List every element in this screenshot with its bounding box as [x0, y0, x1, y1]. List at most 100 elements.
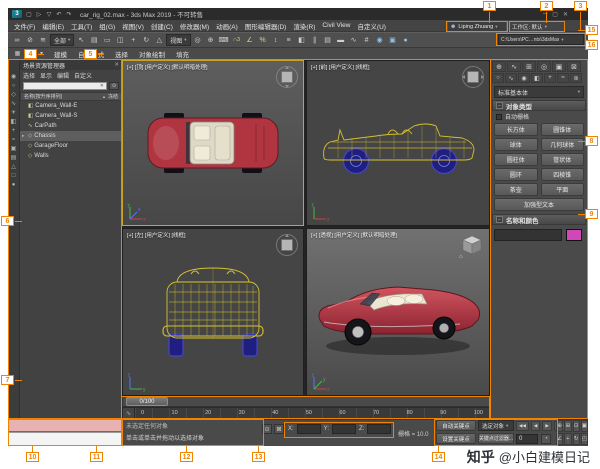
- explorer-menu-item[interactable]: 自定义: [74, 71, 92, 80]
- primitive-type-dropdown[interactable]: 标准基本体 ▾: [494, 86, 584, 98]
- previous-frame-button[interactable]: ◀: [531, 421, 540, 431]
- select-object-icon[interactable]: ↖: [75, 34, 87, 46]
- select-and-move-icon[interactable]: +: [127, 34, 139, 46]
- save-file-icon[interactable]: ▽: [45, 11, 53, 18]
- rectangular-selection-icon[interactable]: ▭: [101, 34, 113, 46]
- clear-search-icon[interactable]: ✕: [100, 83, 104, 89]
- ribbon-tab[interactable]: 对象绘制: [134, 48, 170, 60]
- explorer-menu-item[interactable]: 编辑: [57, 71, 69, 80]
- play-button[interactable]: ▶: [542, 421, 551, 431]
- explorer-containers-filter-icon[interactable]: □: [12, 173, 16, 179]
- viewport-label[interactable]: [+] [左] [用户定义] [线框]: [127, 231, 186, 239]
- close-icon[interactable]: ✕: [563, 11, 568, 18]
- list-item[interactable]: ◇ Walls: [20, 151, 122, 161]
- ribbon-modeling-icon[interactable]: ▦: [12, 49, 23, 59]
- search-icon[interactable]: ⊙: [109, 82, 119, 90]
- zoom-icon[interactable]: ⊕: [556, 420, 563, 432]
- mini-curve-editor-button[interactable]: ∿: [123, 408, 135, 418]
- ribbon-toggle-icon[interactable]: ▬: [335, 34, 347, 46]
- zoom-all-icon[interactable]: ⊞: [564, 420, 571, 432]
- object-name-input[interactable]: [494, 229, 562, 241]
- render-setup-icon[interactable]: ◉: [374, 34, 386, 46]
- explorer-lights-filter-icon[interactable]: ☀: [11, 110, 16, 116]
- tab-motion[interactable]: ◎: [537, 61, 551, 72]
- selection-filter-dropdown[interactable]: 全部 ▾: [50, 34, 74, 46]
- maxscript-mini-listener[interactable]: [8, 432, 122, 446]
- menu-item[interactable]: 组(G): [99, 21, 115, 31]
- reference-coordinate-dropdown[interactable]: 视图 ▾: [166, 34, 190, 46]
- 3dsmax-logo-icon[interactable]: 3: [12, 10, 22, 18]
- primitive-button[interactable]: 管状体: [541, 153, 585, 166]
- align-icon[interactable]: ∥: [309, 34, 321, 46]
- explorer-xrefs-filter-icon[interactable]: ▤: [11, 155, 17, 161]
- collapse-icon[interactable]: −: [496, 216, 503, 223]
- select-and-rotate-icon[interactable]: ↻: [140, 34, 152, 46]
- category-lights[interactable]: ◉: [518, 73, 530, 83]
- viewport-label[interactable]: [+] [透视] [用户定义] [默认明暗处理]: [311, 231, 397, 239]
- primitive-button[interactable]: 长方体: [494, 123, 538, 136]
- track-bar[interactable]: ∿ 0102030405060708090100: [122, 407, 490, 419]
- viewport-label[interactable]: [+] [前] [用户定义] [线框]: [311, 63, 370, 71]
- render-production-icon[interactable]: ●: [400, 34, 412, 46]
- explorer-helpers-filter-icon[interactable]: +: [12, 128, 16, 134]
- tab-display[interactable]: ▣: [552, 61, 566, 72]
- fov-icon[interactable]: ∠: [556, 433, 563, 445]
- menu-item[interactable]: Civil View: [322, 22, 350, 29]
- close-icon[interactable]: ✕: [114, 62, 119, 68]
- current-frame-field[interactable]: 0: [516, 434, 538, 444]
- explorer-materials-filter-icon[interactable]: ●: [12, 182, 16, 188]
- ribbon-tab[interactable]: 填充: [171, 48, 194, 60]
- list-item[interactable]: ◧ Camera_Wall-S: [20, 111, 122, 121]
- use-pivot-center-icon[interactable]: ◎: [192, 34, 204, 46]
- explorer-menu-item[interactable]: 选择: [23, 71, 35, 80]
- maxscript-macro-recorder[interactable]: [8, 419, 122, 432]
- workspace-selector[interactable]: 工作区: 默认 ▾: [510, 21, 564, 32]
- rendered-frame-icon[interactable]: ▣: [387, 34, 399, 46]
- time-configuration-button[interactable]: ◔: [541, 434, 551, 444]
- explorer-bones-filter-icon[interactable]: △: [11, 164, 16, 170]
- viewport-front[interactable]: [+] [前] [用户定义] [线框] x: [306, 60, 490, 226]
- primitive-button[interactable]: 四棱锥: [541, 168, 585, 181]
- keyboard-override-icon[interactable]: ⌨: [218, 34, 230, 46]
- menu-item[interactable]: 文件(F): [14, 21, 35, 31]
- window-crossing-icon[interactable]: ◫: [114, 34, 126, 46]
- viewport-perspective[interactable]: [+] [透视] [用户定义] [默认明暗处理] ⌂: [306, 228, 490, 396]
- primitive-button[interactable]: 加强型文本: [494, 198, 584, 211]
- menu-item[interactable]: 动画(A): [216, 21, 238, 31]
- viewport-label[interactable]: [+] [顶] [用户定义] [默认明暗处理]: [127, 63, 208, 71]
- x-field[interactable]: [297, 424, 321, 434]
- orbit-icon[interactable]: ↻: [573, 433, 580, 445]
- viewport-top[interactable]: [+] [顶] [用户定义] [默认明暗处理] x y z: [122, 60, 304, 226]
- zoom-extents-all-icon[interactable]: ▣: [581, 420, 588, 432]
- menu-item[interactable]: 创建(C): [151, 21, 173, 31]
- primitive-button[interactable]: 圆柱体: [494, 153, 538, 166]
- isolate-selection-toggle[interactable]: ⊙: [262, 424, 272, 434]
- primitive-button[interactable]: 圆锥体: [541, 123, 585, 136]
- auto-key-button[interactable]: 自动关键点: [436, 420, 476, 431]
- select-by-name-icon[interactable]: ▤: [88, 34, 100, 46]
- maximize-viewport-icon[interactable]: ◰: [581, 433, 588, 445]
- key-filters-button[interactable]: 关键点过滤器...: [478, 433, 514, 444]
- explorer-spacewarps-filter-icon[interactable]: ≈: [12, 137, 15, 143]
- primitive-button[interactable]: 几何球体: [541, 138, 585, 151]
- ribbon-tab[interactable]: 建模: [49, 48, 72, 60]
- go-to-start-button[interactable]: ◀◀: [516, 421, 529, 431]
- select-and-manipulate-icon[interactable]: ⊕: [205, 34, 217, 46]
- list-item[interactable]: ∿ CarPath: [20, 121, 122, 131]
- list-item[interactable]: ◧ Camera_Wall-E: [20, 101, 122, 111]
- primitive-button[interactable]: 圆环: [494, 168, 538, 181]
- time-slider[interactable]: 0/100: [122, 396, 490, 407]
- project-folder-dropdown[interactable]: C:\Users\PC…nts\3dsMax ▾: [498, 34, 584, 45]
- rollout-object-type[interactable]: − 对象类型: [492, 100, 586, 111]
- tab-utilities[interactable]: ⊠: [567, 61, 581, 72]
- viewport-left[interactable]: [+] [左] [用户定义] [线框]: [122, 228, 304, 396]
- search-input[interactable]: ✕: [23, 82, 107, 90]
- menu-item[interactable]: 工具(T): [71, 21, 92, 31]
- list-item[interactable]: ◇ GarageFloor: [20, 141, 122, 151]
- menu-item[interactable]: 修改器(M): [180, 21, 209, 31]
- viewcube[interactable]: [275, 65, 299, 89]
- schematic-view-icon[interactable]: #: [361, 34, 373, 46]
- set-key-button[interactable]: 设置关键点: [436, 433, 476, 444]
- new-scene-icon[interactable]: ▢: [25, 11, 33, 18]
- select-and-link-icon[interactable]: ∞: [11, 34, 23, 46]
